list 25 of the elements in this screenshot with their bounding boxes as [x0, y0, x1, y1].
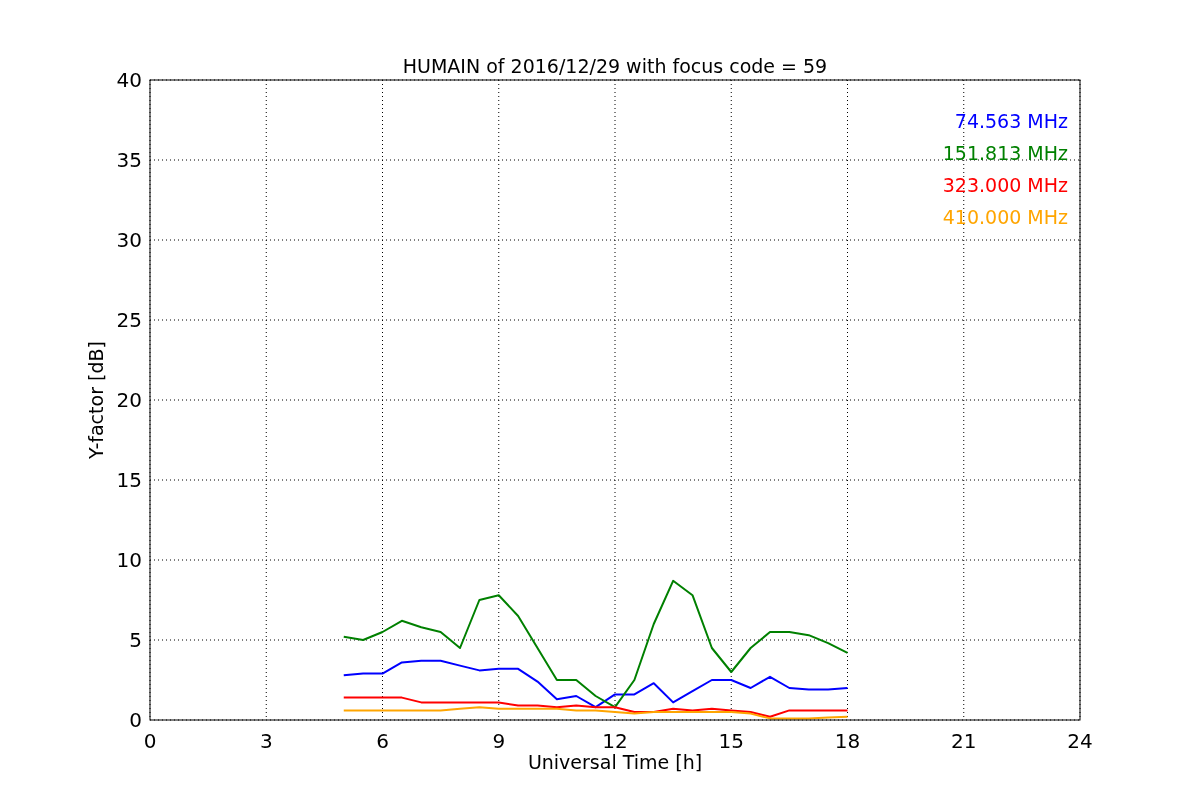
y-tick-label: 15	[116, 468, 142, 492]
y-tick-label: 25	[116, 308, 142, 332]
legend-label: 323.000 MHz	[942, 174, 1068, 196]
y-tick-label: 0	[129, 708, 142, 732]
x-tick-label: 18	[834, 729, 861, 753]
y-axis-label: Y-factor [dB]	[85, 341, 107, 459]
x-tick-label: 6	[376, 729, 389, 753]
chart-title: HUMAIN of 2016/12/29 with focus code = 59	[402, 55, 828, 77]
x-tick-label: 24	[1067, 729, 1093, 753]
x-tick-label: 3	[259, 729, 273, 753]
x-tick-label: 21	[951, 729, 977, 753]
legend-label: 74.563 MHz	[954, 110, 1068, 132]
y-tick-label: 30	[116, 228, 142, 252]
legend-label: 410.000 MHz	[942, 206, 1068, 228]
y-tick-label: 40	[116, 68, 142, 92]
x-tick-label: 9	[492, 729, 506, 753]
x-tick-label: 12	[602, 729, 628, 753]
y-tick-label: 5	[129, 628, 142, 652]
y-tick-label: 35	[116, 148, 142, 172]
x-axis-label: Universal Time [h]	[527, 751, 703, 773]
y-tick-label: 10	[116, 548, 142, 572]
x-tick-label: 15	[718, 729, 744, 753]
y-tick-label: 20	[116, 388, 142, 412]
legend-label: 151.813 MHz	[942, 142, 1068, 164]
x-tick-label: 0	[143, 729, 157, 753]
